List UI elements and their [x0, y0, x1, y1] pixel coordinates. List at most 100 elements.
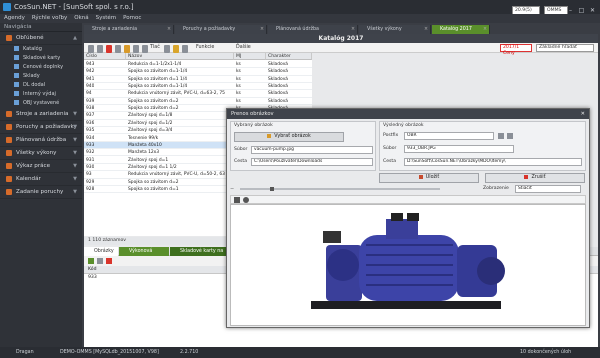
menu-help[interactable]: Pomoc	[123, 15, 141, 21]
table-cell: Závitový spoj d=1/8	[128, 113, 173, 119]
choose-image-button[interactable]: Vybrať obrázok	[234, 132, 344, 142]
tab-poruchy[interactable]: Poruchy a požiadavky ×	[175, 25, 267, 34]
folder-icon	[14, 82, 19, 87]
funnel-icon[interactable]	[173, 45, 179, 53]
document-tabs: Stroje a zariadenia × Poruchy a požiadavk…	[84, 25, 598, 34]
menu-agendy[interactable]: Agendy	[4, 15, 25, 21]
close-icon[interactable]: ×	[351, 25, 355, 34]
table-row[interactable]: 939 Spojka so závitom d=2 ks Skladová	[84, 98, 312, 106]
sidebar-item-katalog[interactable]: Katalóg	[0, 45, 82, 54]
refresh-icon[interactable]	[115, 45, 121, 53]
filter-icon[interactable]	[164, 45, 170, 53]
table-cell: 938	[86, 106, 95, 112]
add-icon[interactable]	[88, 258, 94, 264]
tab-label: Plánovaná údržba	[276, 27, 319, 32]
menu-windows[interactable]: Okná	[74, 15, 88, 21]
cancel-button[interactable]: Zrušiť	[485, 173, 585, 183]
functions-menu[interactable]: Funkcie	[196, 44, 214, 52]
tab-vykonova-norma[interactable]: Výkonová norma	[119, 247, 169, 263]
refresh-icon[interactable]	[507, 133, 513, 139]
delete-icon[interactable]	[106, 258, 112, 264]
minus-icon[interactable]: −	[230, 186, 236, 192]
close-icon[interactable]: ×	[260, 25, 264, 34]
display-combo[interactable]: Stiačiť	[515, 185, 581, 193]
column-header-nazov[interactable]: Názov	[126, 53, 234, 60]
close-icon[interactable]: ×	[483, 25, 487, 34]
sidebar-item-skladove-karty[interactable]: Skladové karty	[0, 54, 82, 63]
sidebar-item-sklady[interactable]: Sklady	[0, 72, 82, 81]
edit-icon[interactable]	[97, 45, 103, 53]
tab-label: Poruchy a požiadavky	[183, 27, 236, 32]
group-title: Výsledný obrázok	[383, 123, 424, 128]
sidebar-item-obj-vystavene[interactable]: OBJ vystavené	[0, 99, 82, 108]
crop-icon[interactable]	[234, 197, 240, 203]
close-icon[interactable]: ×	[424, 25, 428, 34]
print-button[interactable]: Tlač	[150, 44, 160, 52]
table-cell: ks	[236, 84, 241, 90]
other-menu[interactable]: Ďalšie	[236, 44, 251, 52]
table-row[interactable]: 943 Redukcia d=1-1/2x1-1/4 ks Skladová	[84, 61, 312, 69]
table-cell: Skladová	[268, 84, 289, 90]
sidebar-item-label: Interný výdaj	[23, 91, 56, 97]
source-file-field[interactable]: vacuum-pump.jpg	[251, 146, 373, 154]
table-cell: Spojka so závitom d=2	[128, 106, 179, 112]
display-label: Zobrazenie	[483, 186, 509, 191]
sidebar-item-cenove-doplnky[interactable]: Cenové doplnky	[0, 63, 82, 72]
table-cell: Spojka so závitom d=1-1/4	[128, 69, 188, 75]
table-cell: Skladová	[268, 62, 289, 67]
copy-icon[interactable]	[133, 45, 139, 53]
save-icon	[418, 174, 423, 179]
delete-icon[interactable]	[106, 45, 112, 53]
close-icon[interactable]: ×	[167, 25, 171, 34]
menu-system[interactable]: Systém	[96, 15, 117, 21]
table-row[interactable]: 94 Redukcia vnútorný závit, PVC-U, d=63-2…	[84, 90, 312, 98]
postfix-field[interactable]: OBR	[404, 132, 494, 140]
column-header-mj[interactable]: MJ	[234, 53, 266, 60]
search-combo[interactable]: Základné hľadať	[536, 44, 594, 52]
sidebar-section-udrzba[interactable]: Plánovaná údržba ▼	[0, 134, 82, 147]
table-cell: Spojka so závitom d=1-1/4	[128, 84, 188, 90]
tab-skladove-karty[interactable]: Skladové karty na skl...	[170, 247, 226, 263]
table-row[interactable]: 942 Spojka so závitom d=1-1/4 ks Skladová	[84, 68, 312, 76]
menu-quick[interactable]: Rýchle voľby	[32, 15, 67, 21]
table-row[interactable]: 941 Spojka so závitom d=1 1/4 ks Skladová	[84, 76, 312, 83]
table-cell: Skladová	[268, 91, 289, 97]
price-list-badge[interactable]: 2017/1 Ceny	[500, 44, 532, 56]
sidebar-section-stroje[interactable]: Stroje a zariadenia ▼	[0, 108, 82, 121]
tab-vykony[interactable]: Všetky výkony ×	[359, 25, 431, 34]
column-header-cislo[interactable]: Číslo	[84, 53, 126, 60]
tab-stroje[interactable]: Stroje a zariadenia ×	[84, 25, 174, 34]
sidebar-section-kalendar[interactable]: Kalendár ▼	[0, 173, 82, 186]
calendar-icon	[6, 136, 12, 143]
result-file-field[interactable]: 933_OBR.JPG	[404, 145, 514, 153]
column-header-charakter[interactable]: Charakter	[266, 53, 312, 60]
file-label: Súbor	[383, 146, 397, 151]
slider-thumb[interactable]	[270, 187, 274, 191]
sidebar-section-poruchy[interactable]: Poruchy a požiadavky ▼	[0, 121, 82, 134]
tab-katalog[interactable]: Katalóg 2017 ×	[432, 25, 490, 34]
folder-icon[interactable]	[498, 133, 504, 139]
sidebar-favorites-label: Obľúbené	[16, 35, 44, 41]
folder-icon[interactable]	[124, 45, 130, 53]
sidebar-section-zadanie[interactable]: Zadanie poruchy ▼	[0, 186, 82, 199]
sort-icon[interactable]	[182, 45, 188, 53]
sidebar-section-label: Výkaz práce	[16, 163, 51, 169]
print-icon[interactable]	[142, 45, 148, 53]
save-button[interactable]: Uložiť	[379, 173, 479, 183]
new-icon[interactable]	[88, 45, 94, 53]
result-path-field[interactable]: D:\SunSoft\CosSun.NET\Obrazky\MDO\Itemy\	[404, 158, 582, 166]
sidebar-item-dl-dodal[interactable]: DL dodal	[0, 81, 82, 90]
zoom-slider[interactable]: −	[230, 186, 450, 192]
sidebar-item-interny-vydaj[interactable]: Interný výdaj	[0, 90, 82, 99]
sidebar-favorites[interactable]: Obľúbené ▲	[0, 32, 82, 45]
sidebar-section-label: Plánovaná údržba	[16, 137, 67, 143]
edit-icon[interactable]	[97, 258, 103, 264]
table-row[interactable]: 940 Spojka so závitom d=1-1/4 ks Skladová	[84, 83, 312, 91]
close-icon[interactable]: ✕	[581, 109, 585, 119]
tab-obrazky[interactable]: Obrázky	[84, 247, 118, 256]
sidebar-section-vykony[interactable]: Všetky výkony ▼	[0, 147, 82, 160]
sidebar-section-vykaz[interactable]: Výkaz práce ▼	[0, 160, 82, 173]
tab-udrzba[interactable]: Plánovaná údržba ×	[268, 25, 358, 34]
settings-icon[interactable]	[243, 197, 249, 203]
source-path-field[interactable]: C:\Users\Používateľ\Downloads	[251, 158, 373, 166]
